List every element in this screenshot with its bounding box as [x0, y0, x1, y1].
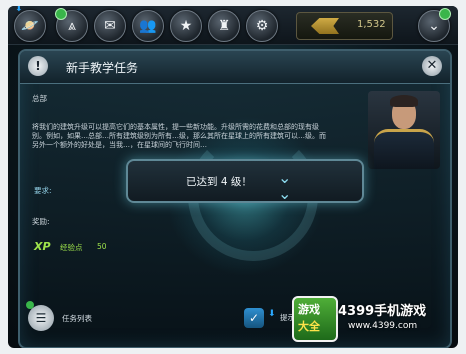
- chevron-down-icon: ⌄: [428, 18, 440, 34]
- planet-icon: 🪐: [21, 18, 39, 34]
- device-frame: ⬇ 🪐 ⩓ ✉ 👥 ★ ♜ ⚙ 1,532 ⌄ ! 新手教学任务 ✕ 总部 将我…: [0, 0, 466, 354]
- rank-button[interactable]: ★: [170, 10, 202, 42]
- alliance-button[interactable]: 👥: [132, 10, 164, 42]
- credits-icon: [311, 18, 339, 34]
- gear-icon: ⚙: [255, 18, 269, 34]
- planet-button[interactable]: 🪐: [14, 10, 46, 42]
- ship-icon: ⩓: [68, 18, 76, 34]
- check-icon: ✓: [248, 311, 260, 325]
- watermark-logo-line2: 大全: [298, 320, 320, 333]
- mail-icon: ✉: [104, 18, 116, 34]
- notification-badge: [439, 8, 451, 20]
- commander-button[interactable]: ♜: [208, 10, 240, 42]
- section-headquarters-label: 总部: [32, 94, 47, 103]
- collapse-menu-button[interactable]: ⌄: [418, 8, 451, 42]
- list-icon: ☰: [35, 311, 47, 325]
- commander-icon: ♜: [217, 18, 231, 34]
- settings-button[interactable]: ⚙: [246, 10, 278, 42]
- level-up-popup[interactable]: 已达到 4 级！ ⌄ ⌄: [126, 159, 364, 203]
- watermark-url: www.4399.com: [348, 321, 418, 331]
- top-bar: ⬇ 🪐 ⩓ ✉ 👥 ★ ♜ ⚙ 1,532 ⌄: [8, 6, 458, 45]
- commander-portrait: [368, 91, 440, 169]
- xp-value: 50: [97, 242, 107, 251]
- task-list-label[interactable]: 任务列表: [62, 313, 92, 324]
- double-chevron-down-icon: ⌄ ⌄: [278, 168, 292, 203]
- mail-button[interactable]: ✉: [94, 10, 126, 42]
- credits-display[interactable]: 1,532: [296, 12, 393, 40]
- fleet-button[interactable]: ⩓: [55, 8, 88, 42]
- info-icon: !: [28, 56, 48, 76]
- watermark-logo: 游戏 大全: [292, 296, 338, 342]
- panel-header: ! 新手教学任务 ✕: [20, 51, 450, 84]
- hint-checkbox[interactable]: ✓: [244, 308, 264, 328]
- requirement-label: 要求:: [34, 186, 52, 195]
- people-icon: 👥: [139, 18, 157, 34]
- game-screen: ⬇ 🪐 ⩓ ✉ 👥 ★ ♜ ⚙ 1,532 ⌄ ! 新手教学任务 ✕ 总部 将我…: [8, 6, 458, 348]
- level-up-text: 已达到 4 级！: [186, 176, 252, 188]
- watermark-logo-line1: 游戏: [298, 303, 320, 316]
- star-icon: ★: [179, 18, 193, 34]
- task-list-button[interactable]: ☰: [28, 305, 54, 331]
- task-description: 将我们的建筑升级可以提高它们的基本属性，提一些新功能。升级所需的花费和总部的现有…: [32, 123, 326, 149]
- download-arrow-icon: ⬇: [268, 309, 276, 319]
- xp-label: 经验点: [60, 243, 83, 252]
- notification-badge: [55, 8, 67, 20]
- reward-label: 奖励:: [32, 217, 50, 226]
- panel-title: 新手教学任务: [66, 61, 139, 75]
- watermark-title: 4399手机游戏: [338, 304, 427, 319]
- xp-icon: XP: [34, 240, 51, 253]
- close-button[interactable]: ✕: [422, 56, 442, 76]
- credits-value: 1,532: [357, 19, 386, 30]
